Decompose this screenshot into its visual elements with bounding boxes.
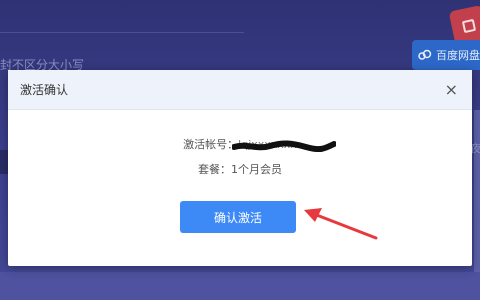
annotation-arrow-icon xyxy=(304,208,378,240)
